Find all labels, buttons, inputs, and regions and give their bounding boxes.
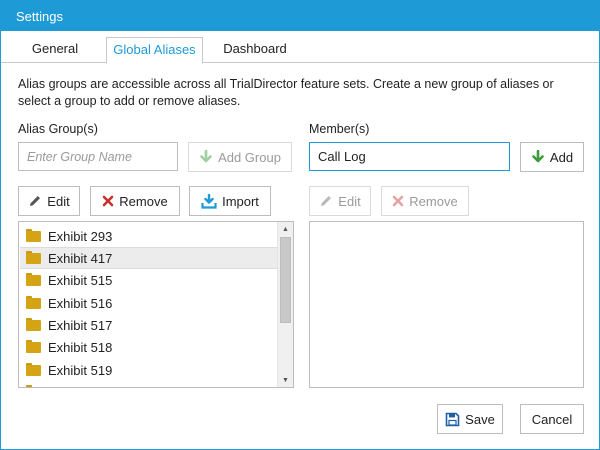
cancel-button[interactable]: Cancel [520, 404, 584, 434]
list-item[interactable]: Exhibit 518 [20, 336, 278, 358]
tab-global-aliases[interactable]: Global Aliases [106, 37, 203, 64]
remove-member-button[interactable]: Remove [381, 186, 469, 216]
remove-group-label: Remove [119, 193, 168, 209]
list-item[interactable] [20, 381, 278, 387]
list-item-label: Exhibit 516 [48, 295, 113, 311]
scroll-up-arrow-icon[interactable]: ▲ [278, 222, 293, 236]
list-item[interactable]: Exhibit 516 [20, 292, 278, 314]
list-item-label: Exhibit 519 [48, 362, 113, 378]
folder-icon [26, 228, 41, 242]
cancel-label: Cancel [531, 411, 573, 427]
import-icon [201, 193, 217, 209]
settings-dialog: Settings General Global Aliases Dashboar… [0, 0, 600, 450]
members-label: Member(s) [309, 122, 370, 136]
alias-group-list[interactable]: Exhibit 293 Exhibit 417 Exhibit 515 Exhi… [18, 221, 294, 388]
folder-icon [26, 384, 41, 387]
remove-group-button[interactable]: Remove [90, 186, 180, 216]
list-item[interactable]: Exhibit 515 [20, 269, 278, 291]
add-member-label: Add [549, 149, 574, 165]
tab-strip: General Global Aliases Dashboard [1, 31, 599, 64]
folder-icon [26, 362, 41, 376]
list-item-label: Exhibit 515 [48, 272, 113, 288]
add-group-label: Add Group [218, 149, 281, 165]
x-icon [102, 195, 114, 207]
tab-general[interactable]: General [17, 37, 93, 63]
folder-icon [26, 295, 41, 309]
tab-dashboard[interactable]: Dashboard [215, 37, 295, 63]
edit-member-button[interactable]: Edit [309, 186, 371, 216]
list-item-label: Exhibit 293 [48, 228, 113, 244]
list-item[interactable]: Exhibit 293 [20, 225, 278, 247]
add-group-button[interactable]: Add Group [188, 142, 292, 172]
folder-icon [26, 250, 41, 264]
list-item[interactable]: Exhibit 519 [20, 359, 278, 381]
edit-group-label: Edit [47, 193, 70, 209]
list-item-label: Exhibit 417 [48, 250, 113, 266]
save-button[interactable]: Save [437, 404, 503, 434]
dialog-title: Settings [1, 1, 599, 31]
alias-groups-label: Alias Group(s) [18, 122, 98, 136]
remove-member-label: Remove [409, 193, 458, 209]
edit-group-button[interactable]: Edit [18, 186, 80, 216]
save-label: Save [465, 411, 495, 427]
arrow-down-icon [200, 150, 212, 163]
group-name-input[interactable] [18, 142, 178, 171]
description-text: Alias groups are accessible across all T… [18, 77, 554, 108]
list-scrollbar[interactable]: ▲ ▼ [277, 222, 293, 387]
pencil-icon [30, 196, 41, 206]
arrow-down-icon [532, 150, 544, 163]
list-item-label: Exhibit 518 [48, 339, 113, 355]
import-label: Import [222, 193, 259, 209]
floppy-disk-icon [445, 412, 460, 426]
folder-icon [26, 272, 41, 286]
edit-member-label: Edit [338, 193, 361, 209]
x-icon [392, 195, 404, 207]
scroll-down-arrow-icon[interactable]: ▼ [278, 373, 293, 387]
folder-icon [26, 317, 41, 331]
list-item[interactable]: Exhibit 517 [20, 314, 278, 336]
list-item-label: Exhibit 517 [48, 317, 113, 333]
scroll-thumb[interactable] [280, 237, 291, 323]
add-member-button[interactable]: Add [520, 142, 584, 172]
folder-icon [26, 339, 41, 353]
import-button[interactable]: Import [189, 186, 271, 216]
member-input[interactable] [309, 142, 510, 171]
member-list[interactable] [309, 221, 584, 388]
pencil-icon [321, 196, 332, 206]
list-item[interactable]: Exhibit 417 [20, 247, 278, 269]
